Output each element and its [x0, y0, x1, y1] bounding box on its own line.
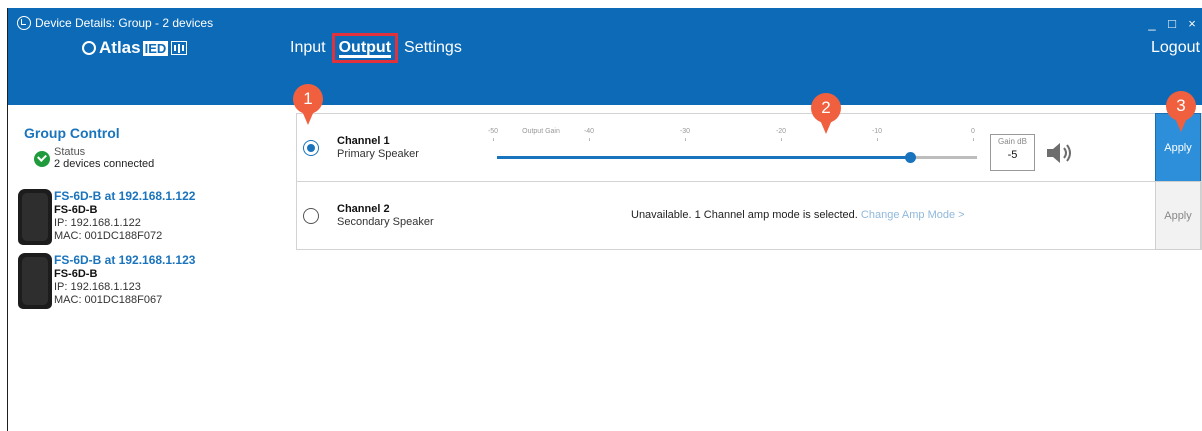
- channel-name: Channel 1: [337, 135, 390, 147]
- channel-row: Channel 1 Primary Speaker -50 Output Gai…: [296, 113, 1202, 182]
- status-text: 2 devices connected: [54, 158, 155, 170]
- unavailable-message: Unavailable. 1 Channel amp mode is selec…: [631, 209, 965, 221]
- scale-label: -50: [487, 128, 499, 135]
- tab-input[interactable]: Input: [290, 39, 326, 57]
- speaker-volume-icon[interactable]: [1045, 140, 1075, 166]
- device-model: FS-6D-B: [54, 204, 98, 216]
- tab-settings[interactable]: Settings: [404, 39, 462, 57]
- status-label: Status: [54, 146, 86, 158]
- annotation-marker-1: 1: [293, 84, 323, 125]
- scale-tick: [493, 138, 494, 141]
- change-amp-mode-link[interactable]: Change Amp Mode >: [861, 209, 965, 221]
- slider-fill: [497, 156, 910, 159]
- gain-db-value: -5: [1007, 149, 1018, 161]
- scale-label: -40: [583, 128, 595, 135]
- device-mac: MAC: 001DC188F072: [54, 230, 163, 242]
- annotation-marker-3: 3: [1166, 91, 1196, 132]
- device-item[interactable]: FS-6D-B at 192.168.1.123 FS-6D-B IP: 192…: [18, 253, 278, 317]
- gain-db-field[interactable]: Gain dB -5: [990, 134, 1035, 171]
- scale-tick: [685, 138, 686, 141]
- logo-bars-icon: [171, 41, 188, 55]
- scale-label: 0: [971, 128, 975, 135]
- scale-tick: [781, 138, 782, 141]
- status-ok-icon: [34, 151, 50, 167]
- header-bar: Atlas IED Input Output Settings Logout: [8, 33, 1202, 105]
- channel-description: Primary Speaker: [337, 148, 419, 160]
- sidebar: Group Control Status 2 devices connected…: [8, 105, 282, 431]
- scale-tick: [877, 138, 878, 141]
- channel-description: Secondary Speaker: [337, 216, 434, 228]
- unavailable-text: Unavailable. 1 Channel amp mode is selec…: [631, 209, 858, 221]
- logo-emblem-icon: [82, 41, 96, 55]
- close-button[interactable]: ×: [1182, 16, 1202, 31]
- channel-name: Channel 2: [337, 203, 390, 215]
- scale-label: -10: [871, 128, 883, 135]
- gain-scale: -50 Output Gain -40 -30 -20 -10 0: [488, 128, 983, 148]
- device-ip: IP: 192.168.1.123: [54, 281, 141, 293]
- scale-tick: [973, 138, 974, 141]
- main-tabs: Input Output Settings: [290, 33, 470, 63]
- channel-1-radio[interactable]: [303, 140, 319, 156]
- gain-db-label: Gain dB: [998, 137, 1027, 146]
- apply-button-channel-2[interactable]: Apply: [1155, 181, 1201, 250]
- slider-thumb[interactable]: [904, 152, 916, 163]
- channel-2-radio[interactable]: [303, 208, 319, 224]
- app-icon: [17, 16, 31, 30]
- channel-row: Channel 2 Secondary Speaker Unavailable.…: [296, 181, 1202, 250]
- device-name[interactable]: FS-6D-B at 192.168.1.123: [54, 253, 195, 267]
- logout-link[interactable]: Logout: [1151, 38, 1200, 58]
- active-tab-underline: [338, 55, 392, 58]
- device-details-window: Device Details: Group - 2 devices _ □ × …: [8, 8, 1202, 431]
- scale-label: -20: [775, 128, 787, 135]
- maximize-button[interactable]: □: [1162, 16, 1182, 31]
- logo-atlas-text: Atlas: [99, 38, 141, 57]
- group-control-title: Group Control: [24, 125, 120, 141]
- window-title: Device Details: Group - 2 devices: [35, 16, 214, 30]
- tab-output-label: Output: [338, 39, 392, 56]
- atlasied-logo: Atlas IED: [82, 38, 188, 58]
- minimize-button[interactable]: _: [1142, 16, 1162, 31]
- device-name[interactable]: FS-6D-B at 192.168.1.122: [54, 189, 195, 203]
- device-ip: IP: 192.168.1.122: [54, 217, 141, 229]
- title-bar: Device Details: Group - 2 devices _ □ ×: [8, 8, 1202, 38]
- gain-slider-title: Output Gain: [522, 128, 560, 135]
- output-channels-panel: Channel 1 Primary Speaker -50 Output Gai…: [296, 113, 1202, 258]
- device-model: FS-6D-B: [54, 268, 98, 280]
- tab-output[interactable]: Output: [331, 33, 399, 63]
- scale-label: -30: [679, 128, 691, 135]
- speaker-device-icon: [18, 189, 52, 245]
- device-item[interactable]: FS-6D-B at 192.168.1.122 FS-6D-B IP: 192…: [18, 189, 278, 253]
- speaker-device-icon: [18, 253, 52, 309]
- device-mac: MAC: 001DC188F067: [54, 294, 163, 306]
- scale-tick: [589, 138, 590, 141]
- annotation-marker-2: 2: [811, 93, 841, 134]
- logo-ied-text: IED: [142, 40, 169, 56]
- output-gain-slider[interactable]: [497, 152, 977, 163]
